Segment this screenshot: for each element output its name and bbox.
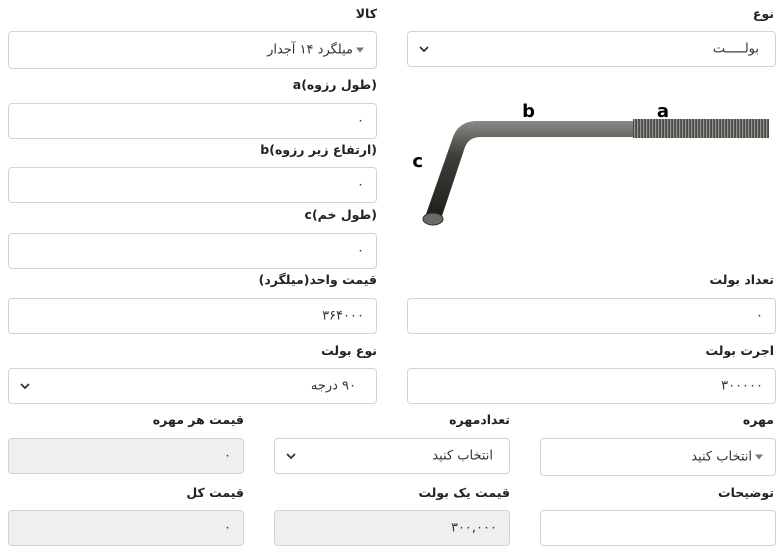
- nut-price-label: قیمت هر مهره: [152, 412, 244, 427]
- bolt-count-value: ۰: [756, 308, 763, 324]
- total-price-value: ۰: [224, 520, 231, 536]
- nut-price-input: ۰: [8, 438, 244, 474]
- caret-down-icon: [755, 454, 763, 460]
- thread-length-value: ۰: [357, 113, 364, 129]
- bolt-label-a: a: [657, 101, 669, 122]
- thread-length-input[interactable]: ۰: [8, 103, 377, 139]
- nut-count-select[interactable]: انتخاب کنید: [274, 438, 510, 474]
- bolt-type-label: نوع بولت: [321, 343, 377, 358]
- nut-label: مهره: [742, 412, 774, 427]
- product-label: کالا: [355, 6, 377, 21]
- bolt-wage-label: اجرت بولت: [705, 343, 774, 358]
- bend-length-input[interactable]: ۰: [8, 233, 377, 269]
- bend-length-value: ۰: [357, 243, 364, 259]
- bolt-count-input[interactable]: ۰: [407, 298, 776, 334]
- under-thread-height-value: ۰: [357, 177, 364, 193]
- anchor-bolt-image: a b c: [412, 101, 769, 226]
- bolt-type-select[interactable]: ۹۰ درجه: [8, 368, 377, 404]
- bolt-label-c: c: [412, 151, 423, 172]
- unit-price-label: قیمت واحد(میلگرد): [258, 272, 377, 287]
- single-bolt-price-label: قیمت یک بولت: [418, 485, 510, 500]
- under-thread-height-label: b(ارتفاع زیر رزوه): [260, 142, 377, 157]
- description-input[interactable]: [540, 510, 776, 546]
- under-thread-height-input[interactable]: ۰: [8, 167, 377, 203]
- bend-length-label: c(طول خم): [304, 207, 377, 222]
- product-select-content: میلگرد ۱۴ آجدار: [267, 43, 364, 58]
- chevron-down-icon: [286, 453, 296, 460]
- description-label: توضیحات: [718, 485, 774, 500]
- bolt-type-value: ۹۰ درجه: [310, 378, 356, 394]
- unit-price-input[interactable]: ۳۶۴۰۰۰: [8, 298, 377, 334]
- nut-count-label: تعدادمهره: [449, 412, 510, 427]
- nut-select[interactable]: انتخاب کنید: [540, 438, 776, 476]
- type-select[interactable]: بولـــــت: [407, 31, 776, 67]
- thread-length-label: a(طول رزوه): [292, 77, 377, 92]
- single-bolt-price-input: ۳۰۰,۰۰۰: [274, 510, 510, 546]
- single-bolt-price-value: ۳۰۰,۰۰۰: [450, 520, 497, 536]
- bolt-wage-value: ۳۰۰۰۰۰: [721, 378, 763, 394]
- nut-count-value: انتخاب کنید: [432, 448, 493, 464]
- chevron-down-icon: [419, 46, 429, 53]
- nut-price-value: ۰: [224, 448, 231, 464]
- chevron-down-icon: [20, 383, 30, 390]
- unit-price-value: ۳۶۴۰۰۰: [322, 308, 364, 324]
- type-select-value: بولـــــت: [712, 41, 759, 57]
- bolt-label-b: b: [522, 101, 535, 122]
- bolt-wage-input[interactable]: ۳۰۰۰۰۰: [407, 368, 776, 404]
- nut-select-content: انتخاب کنید: [691, 450, 763, 465]
- total-price-label: قیمت کل: [186, 485, 244, 500]
- bolt-count-label: تعداد بولت: [709, 272, 774, 287]
- nut-select-value: انتخاب کنید: [691, 449, 752, 465]
- product-select-value: میلگرد ۱۴ آجدار: [267, 42, 353, 58]
- type-label: نوع: [752, 6, 774, 21]
- total-price-input: ۰: [8, 510, 244, 546]
- caret-down-icon: [356, 47, 364, 53]
- product-select[interactable]: میلگرد ۱۴ آجدار: [8, 31, 377, 69]
